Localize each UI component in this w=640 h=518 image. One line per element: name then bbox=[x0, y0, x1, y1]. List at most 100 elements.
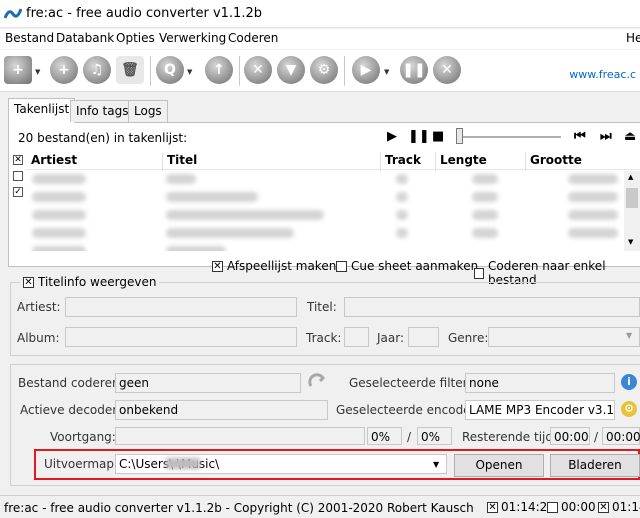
redacted-username bbox=[166, 458, 200, 469]
music-icon[interactable]: ♫ bbox=[83, 56, 111, 84]
album-label: Album: bbox=[17, 331, 60, 345]
title-label: Titel: bbox=[307, 300, 337, 314]
genre-select[interactable] bbox=[488, 327, 640, 347]
encode-dropdown-icon[interactable]: ▼ bbox=[384, 68, 389, 76]
album-field[interactable] bbox=[65, 327, 297, 347]
artist-label: Artiest: bbox=[17, 300, 61, 314]
tracklist[interactable] bbox=[26, 171, 624, 251]
encoder-select[interactable]: LAME MP3 Encoder v3.1 bbox=[465, 400, 615, 420]
status-bar: fre:ac - free audio converter v1.1.2b - … bbox=[0, 495, 640, 518]
single-file-checkbox[interactable] bbox=[474, 267, 485, 279]
artist-field[interactable] bbox=[65, 297, 297, 317]
chevron-down-icon[interactable]: ▼ bbox=[433, 460, 439, 469]
titleinfo-checkbox[interactable]: ✕ bbox=[23, 276, 34, 288]
decoder-label: Actieve decoder: bbox=[20, 403, 122, 417]
seek-slider-thumb[interactable] bbox=[456, 128, 463, 144]
playlist-checkbox[interactable]: ✕ bbox=[212, 260, 223, 272]
title-bar: fre:ac - free audio converter v1.1.2b bbox=[0, 0, 640, 28]
column-artiest[interactable]: Artiest bbox=[27, 153, 163, 171]
menu-verwerking[interactable]: Verwerking bbox=[159, 31, 226, 45]
titleinfo-option[interactable]: ✕ Titelinfo weergeven bbox=[20, 275, 160, 289]
gear-icon[interactable]: ⚙ bbox=[310, 56, 338, 84]
tab-info-tags[interactable]: Info tags bbox=[70, 100, 135, 122]
add-cd-icon[interactable]: + bbox=[50, 56, 78, 84]
time-total-checkbox: ✕ bbox=[487, 501, 498, 513]
time-unselected-value: 01:14:2 bbox=[612, 500, 640, 514]
eject-icon[interactable]: ⏏ bbox=[624, 129, 636, 144]
previous-track-icon[interactable]: ⏮ bbox=[574, 129, 586, 144]
freac-app-icon bbox=[4, 8, 22, 19]
scroll-up-icon[interactable]: ▲ bbox=[628, 173, 633, 181]
time-selected-checkbox bbox=[547, 501, 558, 513]
open-button[interactable]: Openen bbox=[454, 454, 544, 477]
seek-slider-track[interactable] bbox=[456, 136, 561, 138]
menu-coderen[interactable]: Coderen bbox=[228, 31, 278, 45]
track-checkbox[interactable]: ✓ bbox=[13, 187, 23, 197]
menu-bestand[interactable]: Bestand bbox=[5, 31, 54, 45]
menu-opties[interactable]: Opties bbox=[116, 31, 155, 45]
time-selected-display: 00:00 bbox=[547, 500, 596, 514]
output-folder-field[interactable]: C:\Users\ \Music\ bbox=[115, 454, 447, 474]
column-grootte[interactable]: Grootte bbox=[526, 153, 640, 171]
cuesheet-option[interactable]: Cue sheet aanmaken bbox=[336, 259, 478, 273]
pause-icon[interactable]: ❚❚ bbox=[408, 129, 430, 144]
total-progress-percent: 0% bbox=[417, 427, 452, 445]
browse-button[interactable]: Bladeren bbox=[550, 454, 640, 477]
stop-icon[interactable]: ✕ bbox=[433, 56, 461, 84]
freac-website-link[interactable]: www.freac.c bbox=[569, 68, 636, 81]
scrollbar-thumb[interactable] bbox=[626, 188, 638, 208]
cuesheet-label: Cue sheet aanmaken bbox=[351, 259, 479, 273]
column-lengte[interactable]: Lengte bbox=[436, 153, 526, 171]
info-icon[interactable]: i bbox=[621, 374, 637, 390]
table-row[interactable] bbox=[26, 189, 624, 207]
track-checkbox[interactable] bbox=[13, 171, 23, 181]
track-field[interactable] bbox=[344, 327, 369, 347]
remaining-separator: / bbox=[594, 430, 599, 444]
play-icon[interactable]: ▶ bbox=[387, 129, 397, 144]
output-folder-label: Uitvoermap: bbox=[44, 457, 119, 471]
menu-help[interactable]: He bbox=[626, 31, 640, 45]
file-encode-label: Bestand coderen: bbox=[18, 376, 124, 390]
progress-bar bbox=[115, 427, 365, 445]
pause-icon[interactable]: ❚❚ bbox=[400, 56, 428, 84]
remove-icon[interactable]: 🗑 bbox=[116, 56, 144, 84]
column-track[interactable]: Track bbox=[381, 153, 436, 171]
progress-percent: 0% bbox=[367, 427, 402, 445]
cuesheet-checkbox[interactable] bbox=[336, 260, 347, 272]
encoder-settings-icon[interactable]: ⚙ bbox=[621, 401, 637, 417]
scroll-down-icon[interactable]: ▼ bbox=[628, 238, 633, 246]
remaining-time-track: 00:00 bbox=[550, 427, 590, 445]
genre-label: Genre: bbox=[448, 331, 489, 345]
menu-databank[interactable]: Databank bbox=[56, 31, 114, 45]
year-field[interactable] bbox=[408, 327, 439, 347]
table-row[interactable] bbox=[26, 207, 624, 225]
cddb-dropdown-icon[interactable]: ▼ bbox=[187, 68, 192, 76]
cddb-query-icon[interactable]: Q bbox=[156, 56, 184, 84]
tab-takenlijst[interactable]: Takenlijst bbox=[8, 98, 76, 123]
title-field[interactable] bbox=[344, 297, 640, 317]
next-track-icon[interactable]: ⏭ bbox=[600, 129, 612, 144]
filters-field: none bbox=[465, 373, 615, 393]
select-all-checkbox[interactable]: ✕ bbox=[13, 155, 23, 165]
time-unselected-display: ✕01:14:2 bbox=[598, 500, 640, 514]
filter-icon[interactable]: ▼ bbox=[277, 56, 305, 84]
tab-logs[interactable]: Logs bbox=[128, 100, 168, 122]
toolbar-separator bbox=[239, 56, 240, 86]
table-row[interactable] bbox=[26, 171, 624, 189]
column-titel[interactable]: Titel bbox=[163, 153, 381, 171]
add-files-dropdown-icon[interactable]: ▼ bbox=[35, 68, 40, 76]
stop-icon[interactable]: ■ bbox=[432, 129, 444, 144]
skip-icon[interactable] bbox=[307, 372, 327, 392]
remaining-time-total: 00:00 bbox=[602, 427, 640, 445]
cddb-submit-icon[interactable]: ↑ bbox=[205, 56, 233, 84]
progress-label: Voortgang: bbox=[50, 430, 116, 444]
play-encode-icon[interactable]: ▶ bbox=[352, 56, 380, 84]
add-files-icon[interactable]: + bbox=[4, 56, 32, 84]
table-row[interactable] bbox=[26, 243, 624, 251]
filters-label: Geselecteerde filters: bbox=[349, 376, 478, 390]
table-row[interactable] bbox=[26, 225, 624, 243]
tools-icon[interactable]: ✕ bbox=[244, 56, 272, 84]
chevron-down-icon[interactable]: ▼ bbox=[626, 331, 632, 340]
file-count-label: 20 bestand(en) in takenlijst: bbox=[18, 131, 188, 145]
playlist-option[interactable]: ✕ Afspeellijst maken bbox=[212, 259, 336, 273]
